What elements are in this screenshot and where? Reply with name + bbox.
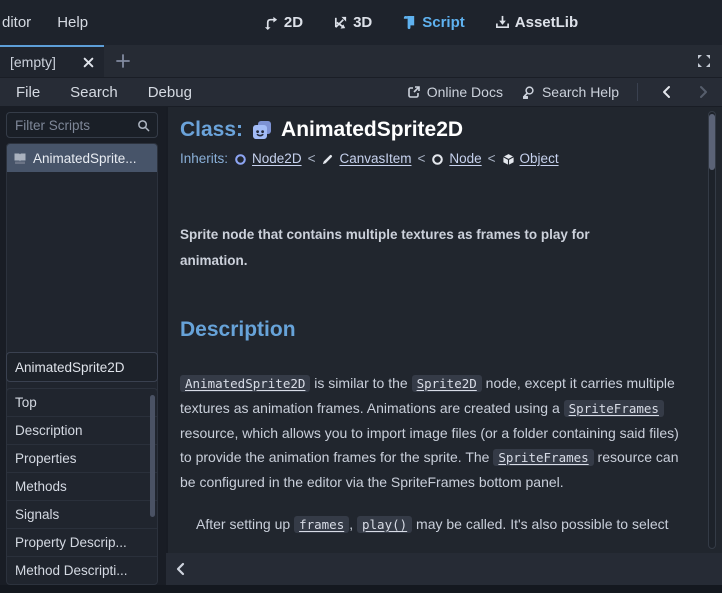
script-tab-strip: [empty] <box>0 45 722 78</box>
online-docs-label: Online Docs <box>427 84 503 100</box>
godot-editor-window: ditor Help 2D 3D Script <box>0 0 722 593</box>
search-icon <box>137 119 157 132</box>
workspace-2d-label: 2D <box>284 14 303 31</box>
workspace-assetlib-button[interactable]: AssetLib <box>495 14 578 31</box>
doc-viewer: Class: AnimatedSprite2D Inherits: Node2D… <box>168 107 722 553</box>
tab-label: [empty] <box>10 54 74 70</box>
expand-fullscreen-icon[interactable] <box>696 45 722 77</box>
doc-class-title: Class: AnimatedSprite2D <box>180 115 692 145</box>
description-heading: Description <box>180 318 692 342</box>
member-item-properties[interactable]: Properties <box>7 445 157 473</box>
history-back-icon[interactable] <box>656 85 676 99</box>
code-link[interactable]: SpriteFrames <box>493 449 593 466</box>
online-docs-button[interactable]: Online Docs <box>407 84 503 100</box>
workspace-script-button[interactable]: Script <box>402 14 465 31</box>
script-menu-bar: File Search Debug Online Docs Search Hel… <box>0 78 722 107</box>
tab-empty[interactable]: [empty] <box>0 45 104 77</box>
menu-separator <box>637 83 638 101</box>
description-paragraph-clipped: After setting up frames, play() may be c… <box>180 512 692 537</box>
brief-description: Sprite node that contains multiple textu… <box>180 222 660 274</box>
bottom-panel-bar <box>166 553 722 585</box>
doc-search-icon <box>521 85 536 100</box>
link-object[interactable]: Object <box>502 149 559 169</box>
code-link[interactable]: frames <box>294 516 349 533</box>
class-label: Class: <box>180 115 243 145</box>
2d-workspace-icon <box>264 15 279 30</box>
node2d-icon <box>234 153 247 166</box>
node-icon <box>431 153 444 166</box>
member-item-description[interactable]: Description <box>7 417 157 445</box>
code-link[interactable]: Sprite2D <box>412 375 482 392</box>
object-cube-icon <box>502 153 515 166</box>
doc-scrollbar-thumb[interactable] <box>709 114 715 170</box>
members-scrollbar-thumb[interactable] <box>150 395 155 517</box>
external-link-icon <box>407 85 421 99</box>
animatedsprite2d-class-icon <box>250 118 274 142</box>
script-workspace-icon <box>402 15 417 30</box>
class-name-field[interactable] <box>6 352 158 382</box>
menu-right-group: Online Docs Search Help <box>407 83 722 101</box>
menu-help[interactable]: Help <box>57 14 88 31</box>
link-node2d[interactable]: Node2D <box>234 149 302 169</box>
titlebar: ditor Help 2D 3D Script <box>0 0 722 45</box>
script-item-label: AnimatedSprite... <box>33 151 137 166</box>
3d-workspace-icon <box>333 15 348 30</box>
workspace-3d-label: 3D <box>353 14 372 31</box>
link-node[interactable]: Node <box>431 149 481 169</box>
workspace-switcher: 2D 3D Script AssetLib <box>144 14 578 31</box>
inherits-separator: < <box>417 149 425 169</box>
inherits-separator: < <box>488 149 496 169</box>
scripts-sidebar: AnimatedSprite... Top Description Proper… <box>0 107 166 585</box>
menu-search[interactable]: Search <box>70 84 118 101</box>
script-item-animatedsprite2d[interactable]: AnimatedSprite... <box>7 144 157 172</box>
member-item-method-descriptions[interactable]: Method Descripti... <box>7 557 157 585</box>
doc-book-icon <box>13 151 27 165</box>
text-segment: is similar to the <box>310 375 411 391</box>
assetlib-download-icon <box>495 15 510 30</box>
menu-editor[interactable]: ditor <box>2 14 31 31</box>
link-canvasitem[interactable]: CanvasItem <box>321 149 411 169</box>
code-link[interactable]: AnimatedSprite2D <box>180 375 310 392</box>
code-link[interactable]: play() <box>357 516 412 533</box>
menu-debug[interactable]: Debug <box>148 84 192 101</box>
inherits-label: Inherits: <box>180 149 228 169</box>
workspace-assetlib-label: AssetLib <box>515 14 578 31</box>
menu-left-group: File Search Debug <box>0 84 192 101</box>
history-forward-icon[interactable] <box>694 85 714 99</box>
member-item-property-descriptions[interactable]: Property Descrip... <box>7 529 157 557</box>
member-item-top[interactable]: Top <box>7 389 157 417</box>
search-help-label: Search Help <box>542 84 619 100</box>
doc-members-list: Top Description Properties Methods Signa… <box>6 388 158 585</box>
search-help-button[interactable]: Search Help <box>521 84 619 100</box>
canvasitem-icon <box>321 153 334 166</box>
workspace-script-label: Script <box>422 14 465 31</box>
inherits-separator: < <box>308 149 316 169</box>
tab-close-icon[interactable] <box>83 57 94 68</box>
description-paragraph: AnimatedSprite2D is similar to the Sprit… <box>180 371 692 494</box>
menu-file[interactable]: File <box>16 84 40 101</box>
menu-group: ditor Help <box>0 14 88 31</box>
workspace-2d-button[interactable]: 2D <box>264 14 303 31</box>
member-item-methods[interactable]: Methods <box>7 473 157 501</box>
class-name-title: AnimatedSprite2D <box>281 115 463 145</box>
window-bottom-edge <box>0 585 722 593</box>
filter-scripts-field <box>6 112 158 138</box>
code-link[interactable]: SpriteFrames <box>564 400 664 417</box>
inherits-row: Inherits: Node2D < CanvasItem < Node <box>180 149 692 169</box>
workspace-3d-button[interactable]: 3D <box>333 14 372 31</box>
text-segment: may be called. It's also possible to sel… <box>412 516 668 532</box>
new-tab-button[interactable] <box>104 45 142 77</box>
text-segment: , <box>349 516 357 532</box>
member-item-signals[interactable]: Signals <box>7 501 157 529</box>
filter-scripts-input[interactable] <box>7 118 137 133</box>
bottom-panel-collapse-icon[interactable] <box>166 561 186 577</box>
text-segment: After setting up <box>196 516 294 532</box>
doc-scrollbar-track[interactable] <box>708 111 716 549</box>
